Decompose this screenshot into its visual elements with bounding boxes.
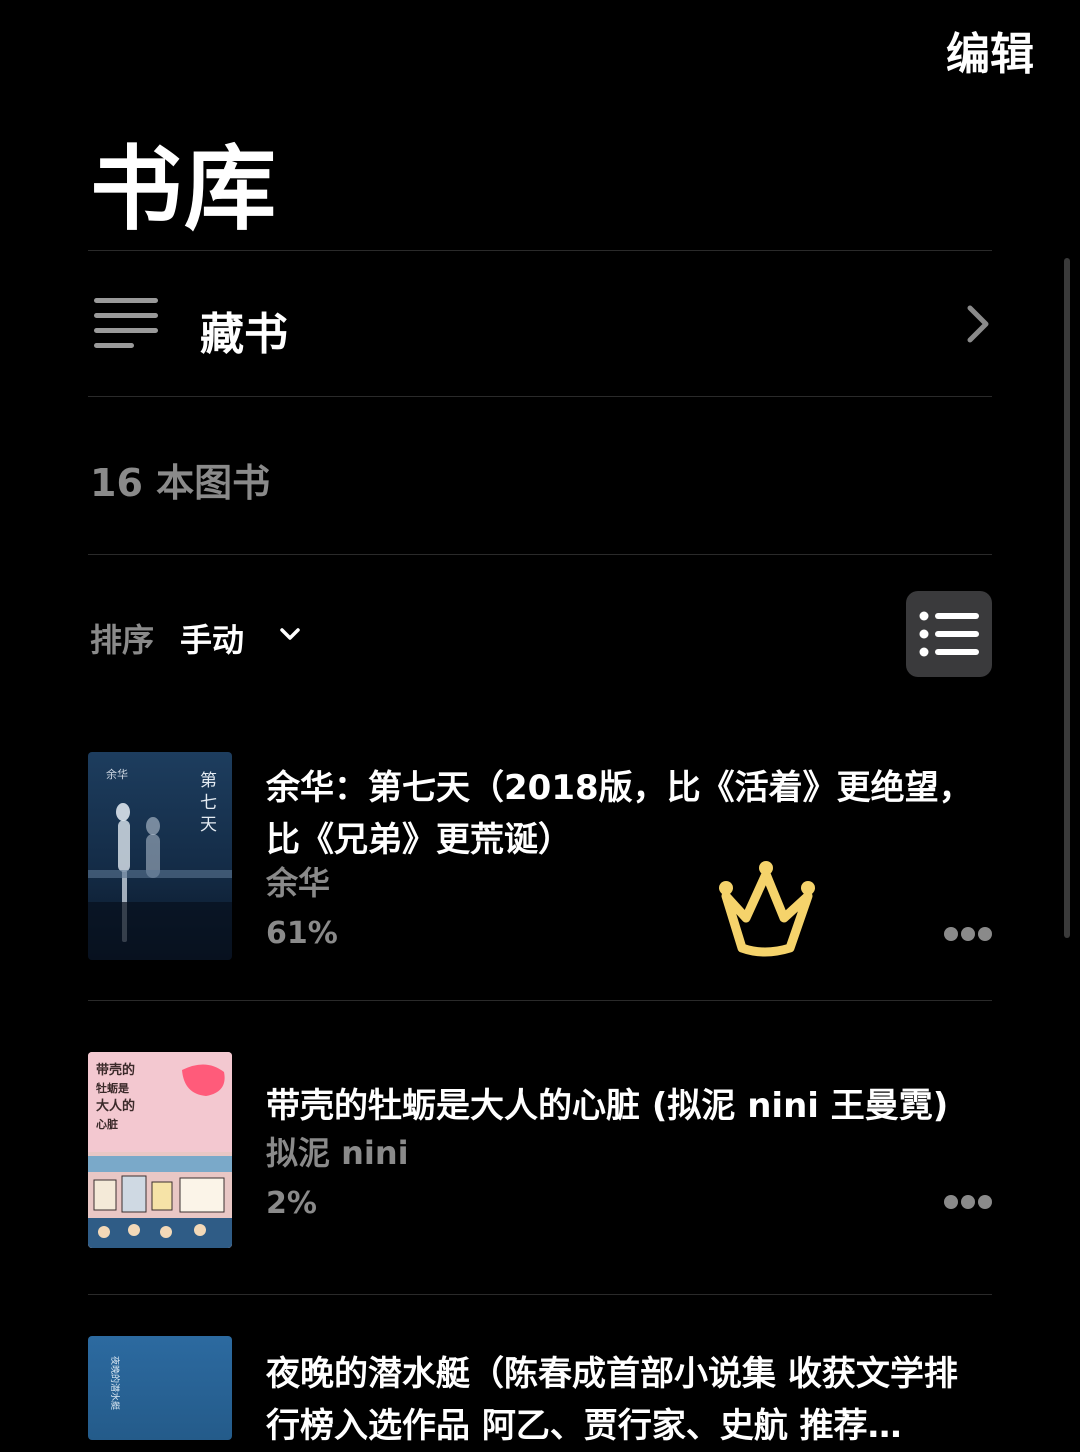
more-options-icon[interactable] — [944, 926, 992, 942]
list-view-icon — [919, 611, 979, 657]
edit-button[interactable]: 编辑 — [946, 18, 1034, 82]
book-item[interactable]: 带壳的 牡蛎是 大人的 心脏 带壳的牡蛎是大人的心脏 (拟泥 nini 王曼霓)… — [88, 1052, 992, 1248]
scrollbar[interactable] — [1064, 258, 1070, 938]
book-cover[interactable]: 余华 第 七 天 — [88, 752, 232, 960]
crown-sticker-icon — [719, 861, 815, 957]
book-progress: 2% — [266, 1186, 317, 1221]
list-icon — [94, 298, 158, 348]
book-title: 夜晚的潜水艇（陈春成首部小说集 收获文学排行榜入选作品 阿乙、贾行家、史航 推荐… — [266, 1354, 958, 1446]
chevron-right-icon — [967, 305, 989, 343]
book-author: 拟泥 nini — [266, 1134, 409, 1172]
divider — [88, 1294, 992, 1295]
svg-text:大人的: 大人的 — [96, 1098, 135, 1114]
book-item[interactable]: 余华 第 七 天 余华：第七天（2018版，比《活着》更绝望，比《兄弟》更荒诞）… — [88, 752, 992, 962]
book-cover-art: 夜晚的潜水艇 — [109, 1356, 121, 1410]
book-cover[interactable]: 带壳的 牡蛎是 大人的 心脏 — [88, 1052, 232, 1248]
svg-text:七: 七 — [200, 793, 217, 813]
collection-label: 藏书 — [200, 309, 288, 360]
list-view-toggle-button[interactable] — [906, 591, 992, 677]
book-progress: 61% — [266, 916, 338, 951]
svg-text:余华: 余华 — [106, 767, 128, 781]
chevron-down-icon[interactable] — [278, 622, 302, 646]
book-item[interactable]: 夜晚的潜水艇 夜晚的潜水艇（陈春成首部小说集 收获文学排行榜入选作品 阿乙、贾行… — [88, 1336, 992, 1446]
svg-text:牡蛎是: 牡蛎是 — [96, 1081, 130, 1095]
divider — [88, 250, 992, 251]
divider — [88, 396, 992, 397]
more-options-icon[interactable] — [944, 1194, 992, 1210]
collection-row[interactable]: 藏书 — [88, 252, 992, 396]
svg-text:天: 天 — [200, 815, 217, 835]
divider — [88, 554, 992, 555]
book-cover[interactable]: 夜晚的潜水艇 — [88, 1336, 232, 1440]
svg-text:第: 第 — [200, 771, 217, 791]
sort-dropdown[interactable]: 手动 — [180, 615, 244, 661]
page-title: 书库 — [90, 136, 279, 243]
svg-text:夜晚的潜水艇: 夜晚的潜水艇 — [109, 1356, 121, 1410]
sort-label: 排序 — [90, 621, 155, 659]
book-title: 余华：第七天（2018版，比《活着》更绝望，比《兄弟》更荒诞） — [266, 768, 973, 860]
book-author: 余华 — [266, 864, 331, 902]
book-count: 16 本图书 — [90, 461, 271, 505]
svg-text:心脏: 心脏 — [96, 1117, 118, 1131]
book-cover-art: 余华 第 七 天 — [88, 767, 232, 960]
divider — [88, 1000, 992, 1001]
book-title: 带壳的牡蛎是大人的心脏 (拟泥 nini 王曼霓) — [266, 1086, 949, 1126]
svg-text:带壳的: 带壳的 — [96, 1062, 135, 1078]
book-cover-art: 带壳的 牡蛎是 大人的 心脏 — [88, 1052, 232, 1248]
